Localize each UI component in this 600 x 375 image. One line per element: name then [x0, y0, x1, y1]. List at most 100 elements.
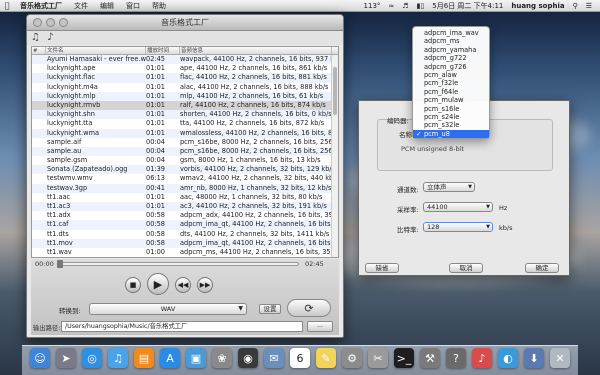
music-icon[interactable]: ♪	[472, 348, 492, 368]
file-row[interactable]: sample.gsm 00:04 gsm, 8000 Hz, 1 channels,…	[32, 156, 338, 165]
previous-button[interactable]: ◀◀	[175, 277, 191, 293]
file-row[interactable]: sample.aif 00:04 pcm_s16be, 8000 Hz, 2 cha…	[32, 138, 338, 147]
file-row[interactable]: luckynight.mlp 01:01 mlp, 44100 Hz, 2 chan…	[32, 91, 338, 101]
file-row[interactable]: tt1.adx 00:58 adpcm_adx, 44100 Hz, 2 chann…	[32, 211, 338, 220]
file-row[interactable]: tt1.ac3 01:01 ac3, 44100 Hz, 2 channels, 3…	[32, 202, 338, 212]
menu-window[interactable]: 窗口	[120, 1, 146, 11]
tools-icon[interactable]: ⚒	[420, 348, 440, 368]
mail-icon[interactable]: ✉	[264, 348, 284, 368]
codec-option[interactable]: adpcm_g726	[413, 63, 489, 71]
play-button[interactable]: ▶	[147, 273, 169, 295]
file-row[interactable]: luckynight.tta 01:01 tta, 44100 Hz, 2 chan…	[32, 119, 338, 128]
stop-button[interactable]: ■	[125, 277, 141, 293]
file-row[interactable]: tt1.dts 00:58 dts, 44100 Hz, 2 channels, 3…	[32, 230, 338, 239]
battery-icon[interactable]: ▮▯	[413, 2, 429, 10]
codec-option[interactable]: adpcm_ima_wav	[413, 29, 489, 37]
file-list-scrollbar[interactable]	[331, 55, 338, 257]
settings-button[interactable]: 设置	[259, 304, 281, 314]
output-path-field[interactable]: /Users/huangsophia/Music/音乐格式工厂	[61, 321, 303, 332]
zoom-button[interactable]	[59, 18, 68, 27]
default-button[interactable]: 缺省	[365, 263, 399, 273]
column-header-audio-info[interactable]: 音频信息	[180, 47, 332, 54]
ok-button[interactable]: 确定	[525, 263, 559, 273]
camera-icon[interactable]: ◉	[238, 348, 258, 368]
photo-icon[interactable]: ❀	[212, 348, 232, 368]
file-row[interactable]: luckynight.ape 01:01 ape, 44100 Hz, 2 chan…	[32, 64, 338, 73]
launchpad-icon[interactable]: ➤	[56, 348, 76, 368]
samplerate-select[interactable]: 44100 ▼	[423, 202, 493, 212]
bitrate-select[interactable]: 128 ▼	[423, 222, 493, 232]
ibooks-icon[interactable]: ▤	[134, 348, 154, 368]
main-window-titlebar[interactable]: 音乐格式工厂	[27, 15, 343, 31]
close-button[interactable]	[33, 18, 42, 27]
network-icon[interactable]: ◐	[498, 348, 518, 368]
file-row[interactable]: testwav.3gp 00:41 amr_nb, 8000 Hz, 1 chann…	[32, 183, 338, 193]
codec-option[interactable]: pcm_s24le	[413, 113, 489, 121]
notes-icon[interactable]: ✎	[316, 348, 336, 368]
codec-option[interactable]: adpcm_g722	[413, 54, 489, 62]
preview-icon[interactable]: ▣	[186, 348, 206, 368]
minimize-button[interactable]	[46, 18, 55, 27]
column-header-index[interactable]: #	[32, 47, 46, 54]
calendar-icon[interactable]: 6	[290, 348, 310, 368]
file-row[interactable]: testwmv.wmv 06:13 wmav2, 44100 Hz, 2 chann…	[32, 174, 338, 183]
cancel-button[interactable]: 取消	[449, 263, 483, 273]
file-row[interactable]: luckynight.rmvb 01:01 ralf, 44100 Hz, 2 ch…	[32, 100, 338, 111]
safari-icon[interactable]: ◎	[82, 348, 102, 368]
user-name[interactable]: huang sophia	[507, 2, 568, 10]
file-row[interactable]: tt1.mov 00:58 adpcm_ima_qt, 44100 Hz, 2 ch…	[32, 238, 338, 248]
file-row[interactable]: luckynight.m4a 01:01 alac, 44100 Hz, 2 cha…	[32, 83, 338, 92]
column-header-duration[interactable]: 播放时间	[146, 47, 180, 54]
help-icon[interactable]: ?	[446, 348, 466, 368]
add-music-icon[interactable]: ♫	[31, 32, 40, 43]
itunes-icon[interactable]: ♫	[108, 348, 128, 368]
app-store-icon[interactable]: A	[160, 348, 180, 368]
menu-edit[interactable]: 编辑	[94, 1, 120, 11]
file-list-header: # 文件名 播放时间 音频信息	[32, 47, 338, 55]
downloads-icon[interactable]: ⬇	[524, 348, 544, 368]
file-row[interactable]: tt1.wav 01:00 adpcm_ms, 44100 Hz, 2 channe…	[32, 248, 338, 257]
temperature-readout[interactable]: 113°	[360, 2, 385, 10]
codec-option[interactable]: pcm_f32le	[413, 79, 489, 87]
codec-option[interactable]: pcm_s32le	[413, 121, 489, 129]
menu-app-name[interactable]: 音乐格式工厂	[14, 1, 68, 11]
codec-option[interactable]: pcm_mulaw	[413, 96, 489, 104]
remove-music-icon[interactable]: ♪	[47, 32, 53, 43]
file-row[interactable]: Ayumi Hamasaki - ever free.wv 02:45 wavpac…	[32, 55, 338, 65]
next-button[interactable]: ▶▶	[197, 277, 213, 293]
scrollbar-thumb[interactable]	[333, 67, 337, 115]
codec-option[interactable]: pcm_s16le	[413, 105, 489, 113]
convert-button[interactable]: ⟳	[287, 299, 331, 317]
progress-slider[interactable]	[57, 260, 299, 268]
file-row[interactable]: luckynight.flac 01:01 flac, 44100 Hz, 2 ch…	[32, 73, 338, 83]
notification-icon[interactable]: ☰	[582, 2, 596, 10]
codec-option[interactable]: adpcm_ms	[413, 37, 489, 45]
browse-button[interactable]: ...	[307, 321, 333, 332]
settings-icon[interactable]: ⚙	[342, 348, 362, 368]
file-row[interactable]: tt1.caf 00:58 adpcm_ima_qt, 44100 Hz, 2 ch…	[32, 220, 338, 230]
column-header-filename[interactable]: 文件名	[46, 47, 146, 54]
codec-option[interactable]: pcm_f64le	[413, 88, 489, 96]
menu-help[interactable]: 帮助	[146, 1, 172, 11]
progress-knob[interactable]	[57, 260, 63, 268]
apple-icon[interactable]: 	[0, 1, 14, 10]
clock[interactable]: 5月6日 周二 下午4:11	[428, 1, 507, 11]
codec-option[interactable]: ✓ pcm_u8	[413, 129, 489, 139]
trash-icon[interactable]: ✕	[550, 348, 570, 368]
file-row[interactable]: tt1.aac 01:01 aac, 48000 Hz, 1 channels, 3…	[32, 193, 338, 202]
format-select[interactable]: WAV ▼	[89, 303, 247, 315]
terminal-icon[interactable]: >_	[394, 348, 414, 368]
file-row[interactable]: sample.au 00:04 pcm_s16be, 8000 Hz, 2 chan…	[32, 146, 338, 157]
spotlight-icon[interactable]: ⚲	[569, 2, 582, 10]
scissors-icon[interactable]: ✂	[368, 348, 388, 368]
finder-icon[interactable]: ☺	[30, 348, 50, 368]
volume-icon[interactable]: ♬	[398, 2, 412, 10]
file-row[interactable]: Sonata (Zapateado).ogg 01:39 vorbis, 44100…	[32, 165, 338, 175]
menu-file[interactable]: 文件	[68, 1, 94, 11]
channels-select[interactable]: 立体声 ▼	[423, 182, 475, 192]
file-row[interactable]: luckynight.wma 01:01 wmalossless, 44100 Hz…	[32, 128, 338, 138]
codec-option[interactable]: adpcm_yamaha	[413, 46, 489, 54]
codec-option[interactable]: pcm_alaw	[413, 71, 489, 79]
wifi-icon[interactable]: ≈	[384, 2, 398, 10]
file-row[interactable]: luckynight.shn 01:01 shorten, 44100 Hz, 2 …	[32, 110, 338, 120]
